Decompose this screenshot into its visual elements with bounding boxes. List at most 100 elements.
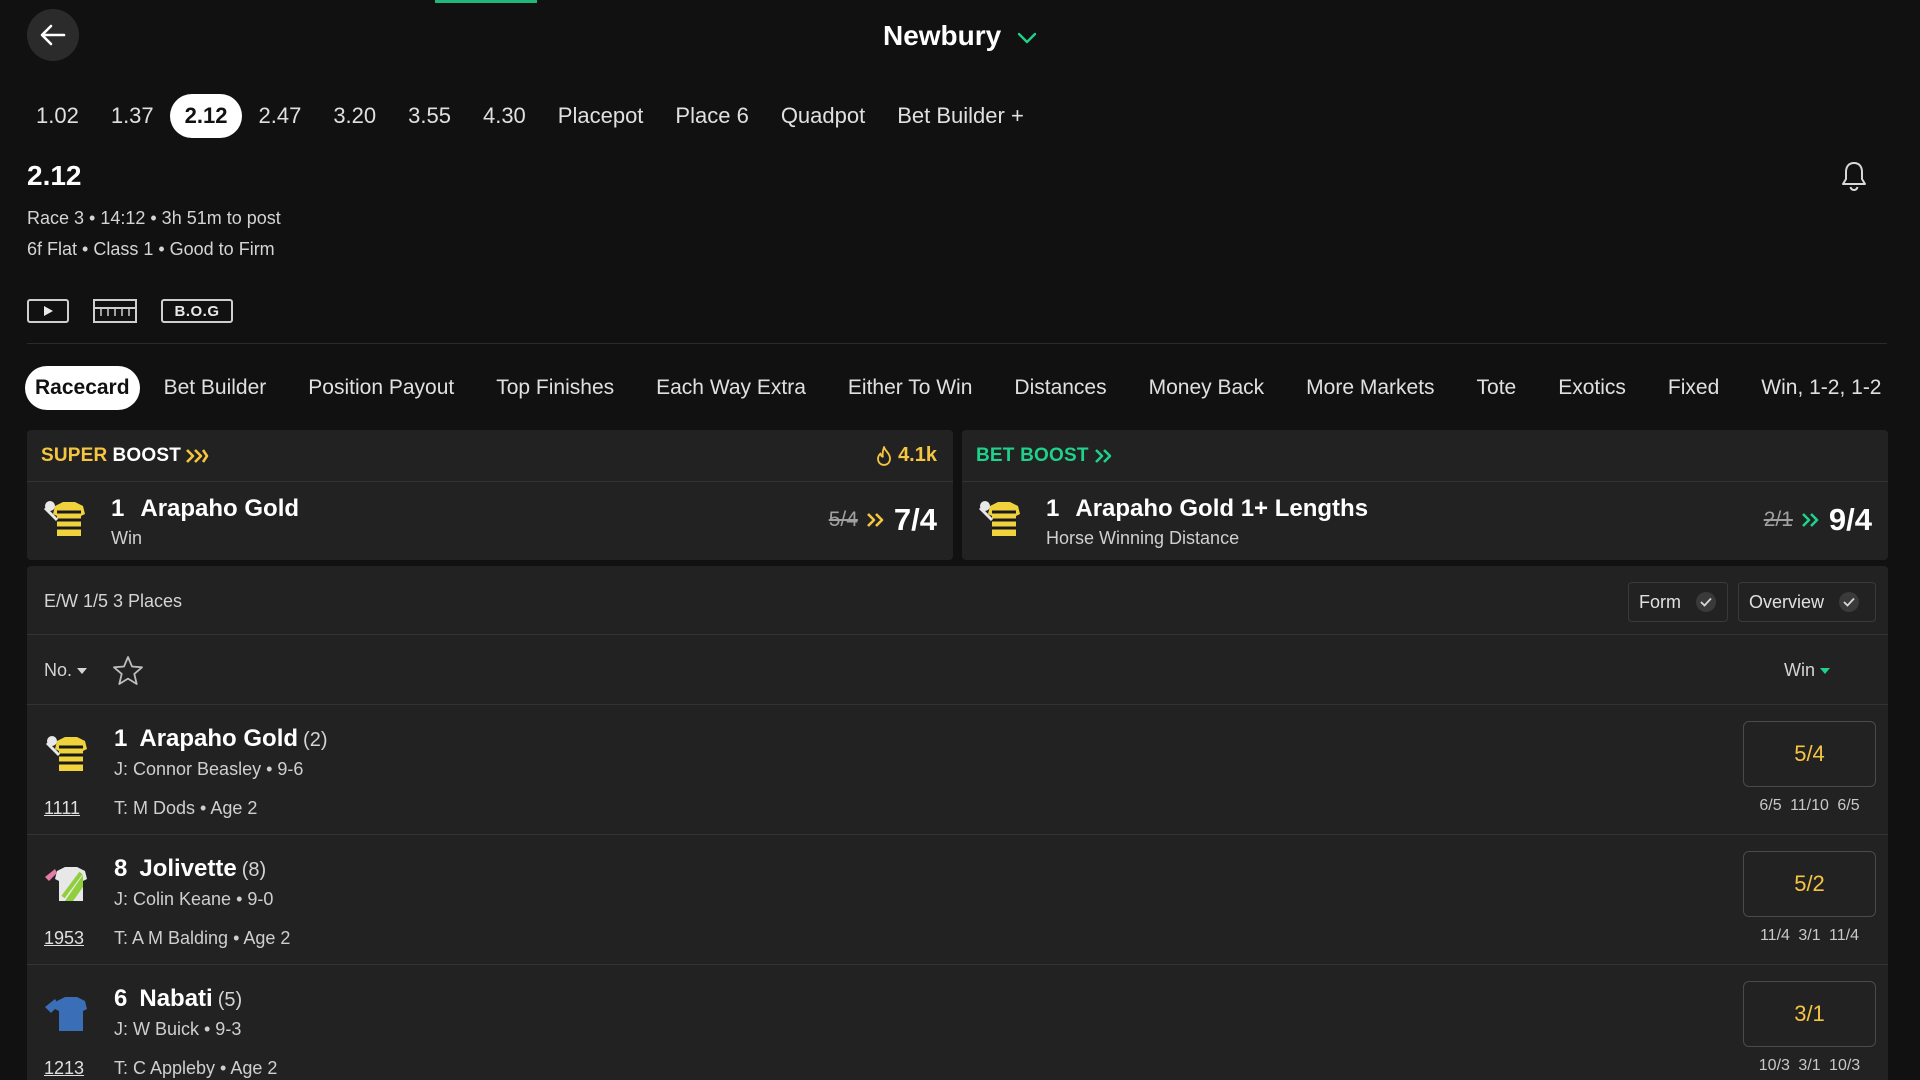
sort-by-number-button[interactable]: No. — [44, 660, 88, 681]
trainer-info: T: M Dods • Age 2 — [114, 798, 258, 818]
check-icon — [1696, 592, 1716, 612]
stall-draw: (2) — [303, 729, 328, 751]
watch-stream-button[interactable] — [27, 299, 69, 323]
popularity-count: 4.1k — [898, 444, 937, 466]
selection-number: 1 — [111, 495, 125, 522]
runner-row: 6 Nabati (5) J: W Buick • 9-3 1213 T: C Ap… — [27, 965, 1888, 1080]
odds-button[interactable]: 3/1 — [1743, 981, 1876, 1047]
boost-odds[interactable]: 2/1 9/4 — [1764, 502, 1872, 538]
chevron-down-icon — [1017, 32, 1037, 43]
time-tab-4-30[interactable]: 4.30 — [467, 94, 542, 138]
bet-boost-label: BET BOOST — [976, 445, 1114, 467]
form-toggle-label: Form — [1639, 591, 1681, 612]
boost-selection-name: 1 Arapaho Gold — [111, 495, 299, 523]
runner-name[interactable]: 6 Nabati (5) — [114, 985, 242, 1013]
runner-number: 8 — [114, 855, 128, 882]
bet-boost-card[interactable]: BET BOOST 1 Arapaho Gold 1+ Lengths Horse… — [962, 430, 1888, 560]
tab-either-to-win[interactable]: Either To Win — [827, 366, 994, 410]
grid-icon — [93, 299, 137, 323]
runner-row: 8 Jolivette (8) J: Colin Keane • 9-0 1953 … — [27, 835, 1888, 965]
silk-icon — [43, 733, 89, 778]
form-toggle[interactable]: Form — [1628, 582, 1728, 622]
boost-body: 1 Arapaho Gold Win 5/4 7/4 — [27, 482, 953, 560]
tab-bet-builder-plus[interactable]: Bet Builder + — [881, 94, 1040, 138]
silk-icon — [43, 863, 89, 908]
popularity-indicator: 4.1k — [876, 444, 937, 467]
tab-distances[interactable]: Distances — [993, 366, 1127, 410]
overview-toggle[interactable]: Overview — [1738, 582, 1876, 622]
sort-label: No. — [44, 660, 73, 680]
boost-odds[interactable]: 5/4 7/4 — [829, 502, 937, 538]
odds-button[interactable]: 5/2 — [1743, 851, 1876, 917]
odds-history: 10/3 3/1 10/3 — [1758, 1057, 1861, 1074]
tab-bet-builder[interactable]: Bet Builder — [143, 366, 288, 410]
boost-market: Win — [111, 528, 142, 548]
tab-money-back[interactable]: Money Back — [1128, 366, 1286, 410]
selection-name: Arapaho Gold — [140, 495, 300, 522]
silk-icon — [41, 498, 87, 543]
super-boost-label: SUPER BOOST — [41, 445, 209, 467]
tab-place-6[interactable]: Place 6 — [659, 94, 764, 138]
each-way-terms: E/W 1/5 3 Places — [44, 591, 183, 611]
boost-body: 1 Arapaho Gold 1+ Lengths Horse Winning D… — [962, 482, 1888, 560]
caret-down-icon — [1820, 667, 1830, 674]
play-icon — [44, 306, 53, 316]
racecard-panel: E/W 1/5 3 Places Form Overview No. Win 1… — [27, 566, 1888, 1080]
time-tab-2-47[interactable]: 2.47 — [242, 94, 317, 138]
stall-draw: (5) — [217, 989, 243, 1011]
jockey-info: J: Colin Keane • 9-0 — [114, 889, 274, 909]
double-chevron-icon — [186, 448, 209, 463]
price-type-selector[interactable]: Win — [1784, 660, 1830, 681]
notification-button[interactable] — [1840, 160, 1868, 197]
time-tab-2-12[interactable]: 2.12 — [169, 94, 243, 138]
tab-position-payout[interactable]: Position Payout — [287, 366, 475, 410]
silk-icon — [43, 993, 89, 1038]
race-time-tabs: 1.02 1.37 2.12 2.47 3.20 3.55 4.30 Place… — [20, 94, 1040, 138]
super-text: SUPER — [41, 444, 108, 466]
form-link[interactable]: 1213 — [44, 1058, 84, 1079]
boost-text: BOOST — [112, 444, 182, 466]
runner-name[interactable]: 8 Jolivette (8) — [114, 855, 266, 883]
tab-racecard[interactable]: Racecard — [25, 366, 140, 410]
horse-name: Arapaho Gold — [139, 725, 299, 752]
silk-icon — [976, 498, 1022, 543]
tab-exotics[interactable]: Exotics — [1537, 366, 1647, 410]
time-tab-1-02[interactable]: 1.02 — [20, 94, 95, 138]
caret-down-icon — [77, 667, 88, 674]
horse-name: Jolivette — [139, 855, 237, 882]
race-conditions: 6f Flat • Class 1 • Good to Firm — [27, 239, 275, 259]
odds-history: 11/4 3/1 11/4 — [1759, 927, 1860, 944]
race-feature-icons: B.O.G — [27, 299, 233, 323]
odds-button[interactable]: 5/4 — [1743, 721, 1876, 787]
check-icon — [1839, 592, 1860, 612]
race-meta: Race 3 • 14:12 • 3h 51m to post — [27, 208, 281, 228]
form-link[interactable]: 1953 — [44, 928, 84, 949]
tab-each-way-extra[interactable]: Each Way Extra — [635, 366, 827, 410]
price-type-label: Win — [1784, 660, 1815, 680]
tab-win-forecast[interactable]: Win, 1-2, 1-2 — [1740, 366, 1902, 410]
form-link[interactable]: 1111 — [44, 798, 80, 819]
runner-name[interactable]: 1 Arapaho Gold (2) — [114, 725, 327, 753]
tab-more-markets[interactable]: More Markets — [1285, 366, 1455, 410]
each-way-row: E/W 1/5 3 Places Form Overview — [27, 566, 1888, 635]
new-odds: 7/4 — [893, 502, 937, 537]
tab-placepot[interactable]: Placepot — [542, 94, 660, 138]
time-tab-3-55[interactable]: 3.55 — [392, 94, 467, 138]
old-odds: 5/4 — [828, 508, 858, 531]
trainer-info: T: C Appleby • Age 2 — [114, 1058, 278, 1078]
time-tab-1-37[interactable]: 1.37 — [95, 94, 170, 138]
super-boost-card[interactable]: SUPER BOOST 4.1k 1 Arapaho Gold Win 5/4 … — [27, 430, 953, 560]
tab-top-finishes[interactable]: Top Finishes — [475, 366, 635, 410]
horse-name: Nabati — [139, 985, 213, 1012]
tab-fixed[interactable]: Fixed — [1647, 366, 1740, 410]
venue-selector[interactable]: Newbury — [0, 20, 1920, 52]
time-tab-3-20[interactable]: 3.20 — [317, 94, 392, 138]
tab-quadpot[interactable]: Quadpot — [765, 94, 881, 138]
race-info-button[interactable] — [93, 299, 137, 323]
favourites-button[interactable] — [112, 655, 144, 691]
tab-tote[interactable]: Tote — [1456, 366, 1538, 410]
runner-row: 1 Arapaho Gold (2) J: Connor Beasley • 9-6… — [27, 705, 1888, 835]
market-tabs: Racecard Bet Builder Position Payout Top… — [25, 366, 1903, 410]
old-odds: 2/1 — [1763, 508, 1793, 531]
bell-icon — [1842, 162, 1866, 192]
